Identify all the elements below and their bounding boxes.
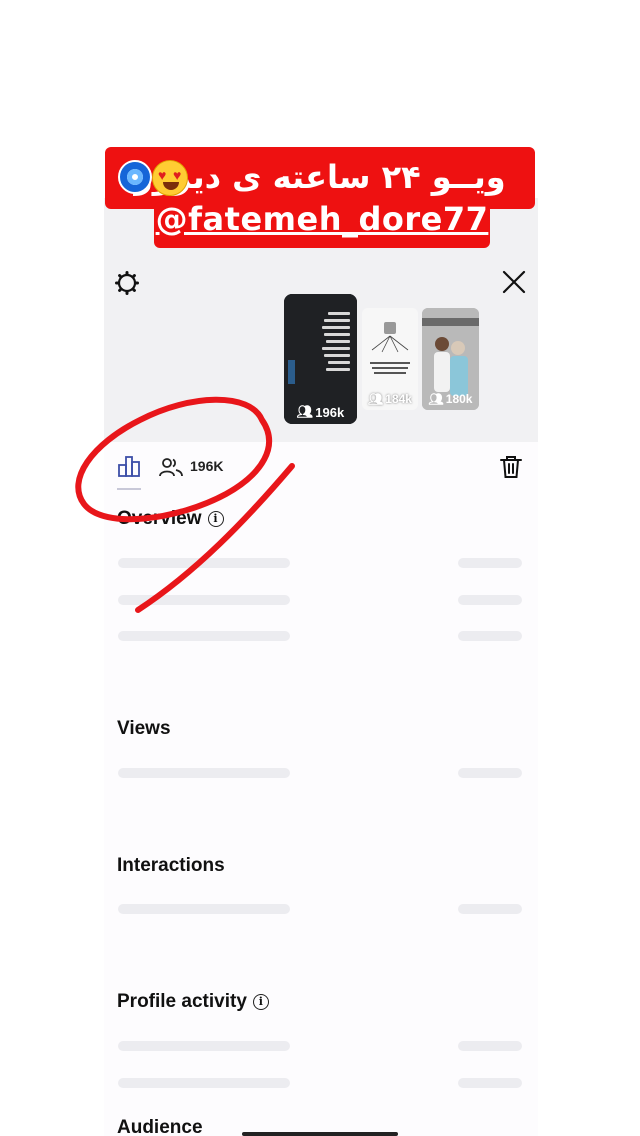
skeleton-line	[118, 1078, 290, 1088]
story-view-count: 👥︎ 196k	[284, 404, 357, 420]
skeleton-line	[118, 768, 290, 778]
story-view-count: 👥︎ 180k	[422, 392, 479, 406]
interactions-heading: Interactions	[117, 855, 225, 876]
home-indicator	[242, 1132, 398, 1136]
skeleton-value	[458, 595, 522, 605]
story-thumbnail[interactable]: 👥︎ 184k	[362, 308, 418, 410]
heart-eyes-icon: ♥ ♥	[152, 160, 188, 196]
story-view-count-value: 196k	[315, 404, 345, 420]
skeleton-line	[118, 1041, 290, 1051]
skeleton-value	[458, 768, 522, 778]
audience-heading: Audience	[117, 1117, 203, 1136]
story-view-count-value: 184k	[385, 392, 412, 406]
viewers-small-icon: 👥︎	[368, 392, 384, 406]
skeleton-value	[458, 631, 522, 641]
profile-activity-heading: Profile activity i	[117, 991, 269, 1013]
skeleton-line	[118, 631, 290, 641]
skeleton-value	[458, 558, 522, 568]
info-icon[interactable]: i	[207, 511, 224, 527]
skeleton-line	[118, 558, 290, 568]
bar-chart-icon[interactable]	[116, 454, 142, 480]
insights-body	[104, 442, 538, 1136]
skeleton-value	[458, 1041, 522, 1051]
overview-heading: Overview i	[117, 508, 224, 530]
active-tab-indicator	[117, 488, 141, 490]
views-heading: Views	[117, 718, 171, 739]
skeleton-value	[458, 1078, 522, 1088]
story-thumbnail-selected[interactable]: 👥︎ 196k	[284, 294, 357, 424]
skeleton-line	[118, 595, 290, 605]
viewers-small-icon: 👥︎	[296, 404, 314, 419]
viewers-small-icon: 👥︎	[428, 392, 444, 406]
story-thumbnail[interactable]: 👥︎ 180k	[422, 308, 479, 410]
people-icon[interactable]	[158, 456, 184, 478]
info-icon[interactable]: i	[252, 994, 269, 1010]
evil-eye-icon	[118, 160, 152, 194]
gear-icon[interactable]	[114, 270, 140, 296]
close-icon[interactable]	[500, 268, 528, 296]
trash-icon[interactable]	[498, 454, 524, 480]
viewers-count[interactable]: 196K	[190, 458, 223, 474]
story-view-count-value: 180k	[445, 392, 473, 406]
story-view-count: 👥︎ 184k	[362, 392, 418, 406]
skeleton-value	[458, 904, 522, 914]
overview-title: Overview	[117, 508, 202, 529]
mention-handle[interactable]: @fatemeh_dore77	[154, 200, 490, 238]
skeleton-line	[118, 904, 290, 914]
profile-activity-title: Profile activity	[117, 991, 247, 1012]
